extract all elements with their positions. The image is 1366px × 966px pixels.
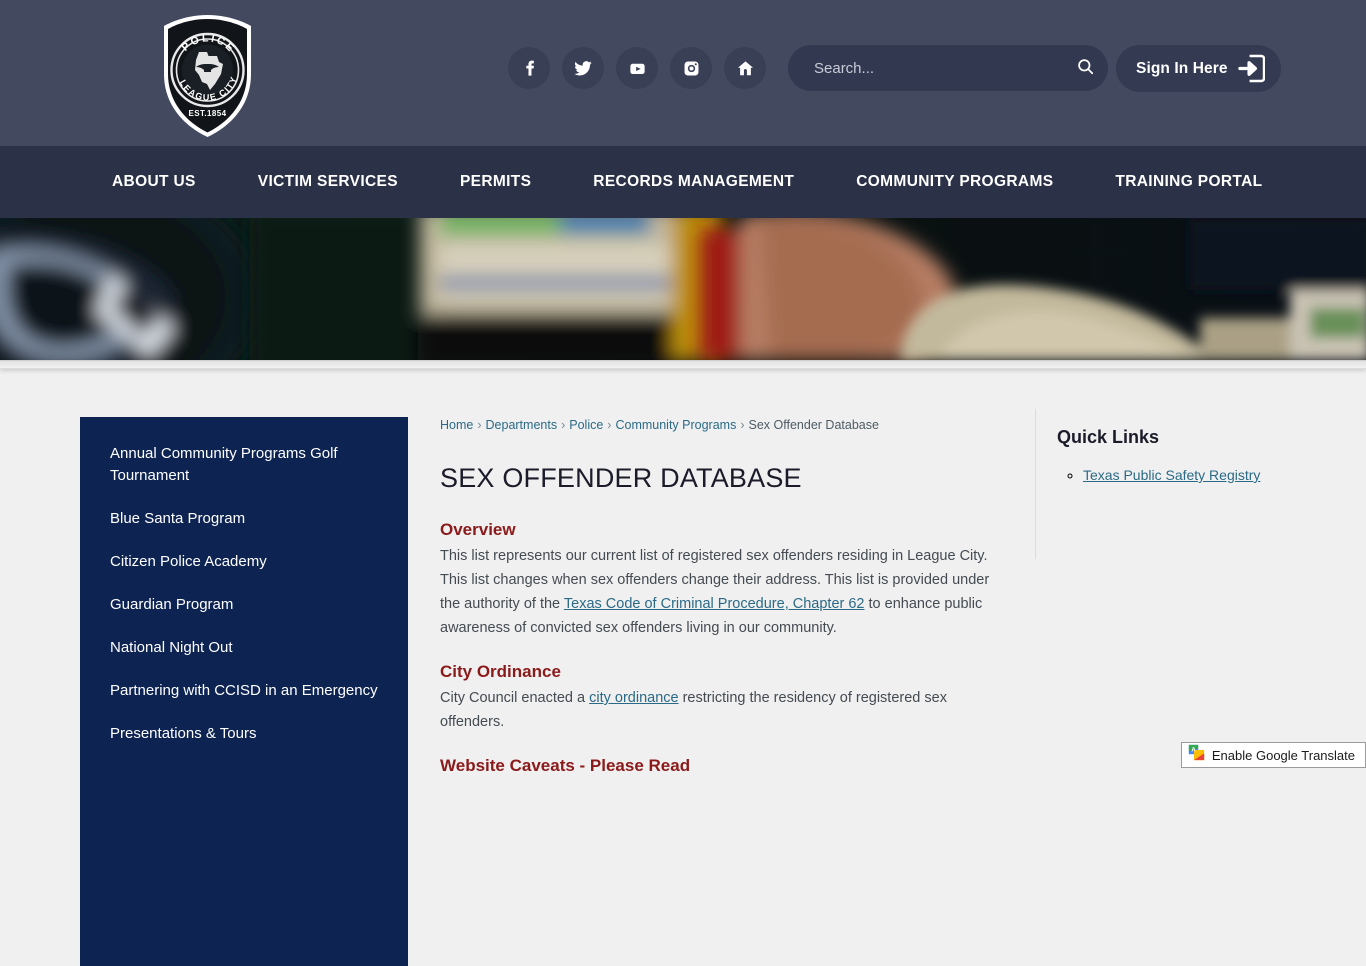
section-heading-city-ordinance: City Ordinance (440, 662, 561, 681)
community-programs-sidebar: Annual Community Programs Golf Tournamen… (80, 417, 408, 966)
section-heading-overview: Overview (440, 520, 516, 539)
ordinance-text-before: City Council enacted a (440, 690, 590, 706)
breadcrumb-link-community-programs[interactable]: Community Programs (615, 418, 736, 432)
google-translate-icon: A (1188, 744, 1205, 766)
link-city-ordinance[interactable]: city ordinance (589, 690, 678, 706)
list-item: Texas Public Safety Registry (1083, 464, 1307, 486)
instagram-icon (682, 59, 701, 78)
sidebar-item-citizen-police-academy[interactable]: Citizen Police Academy (110, 551, 378, 573)
nextdoor-link[interactable] (724, 47, 766, 89)
sign-in-arrow-icon (1237, 54, 1265, 83)
search-submit-button[interactable] (1062, 45, 1108, 91)
hero-banner-image (0, 218, 1366, 360)
section-body-overview: This list represents our current list of… (440, 544, 1000, 640)
search-icon (1076, 57, 1095, 79)
badge-est-text: EST.1854 (189, 109, 227, 118)
page-title: SEX OFFENDER DATABASE (440, 463, 802, 493)
breadcrumb-link-departments[interactable]: Departments (486, 418, 558, 432)
section-body-city-ordinance: City Council enacted a city ordinance re… (440, 686, 1000, 734)
nav-item-training-portal[interactable]: TRAINING PORTAL (1115, 173, 1262, 191)
nav-item-records-management[interactable]: RECORDS MANAGEMENT (593, 173, 794, 191)
league-city-police-badge-logo[interactable]: POLICE LEAGUE CITY EST.1854 (155, 12, 260, 140)
breadcrumb-link-police[interactable]: Police (569, 418, 603, 432)
sidebar-item-guardian-program[interactable]: Guardian Program (110, 594, 378, 616)
youtube-icon (628, 59, 647, 78)
enable-google-translate-button[interactable]: A Enable Google Translate (1180, 742, 1366, 768)
sidebar-item-partnering-with-ccisd[interactable]: Partnering with CCISD in an Emergency (110, 680, 378, 702)
main-column: Home › Departments › Police › Community Progra… (440, 417, 1000, 780)
breadcrumb-link-home[interactable]: Home (440, 418, 473, 432)
twitter-icon (573, 58, 593, 78)
breadcrumb-separator: › (740, 418, 745, 432)
nav-item-victim-services[interactable]: VICTIM SERVICES (258, 173, 398, 191)
nav-item-about-us[interactable]: ABOUT US (112, 173, 196, 191)
nextdoor-icon (736, 59, 755, 78)
google-translate-label: Enable Google Translate (1211, 747, 1355, 763)
sign-in-button[interactable]: Sign In Here (1116, 45, 1281, 92)
content-right-divider (1035, 409, 1036, 559)
social-media-links (508, 47, 766, 89)
page-content: Annual Community Programs Golf Tournamen… (0, 369, 1366, 966)
nav-item-community-programs[interactable]: COMMUNITY PROGRAMS (856, 173, 1053, 191)
quick-link-texas-public-safety-registry[interactable]: Texas Public Safety Registry (1083, 467, 1260, 483)
hero-bottom-divider (0, 360, 1366, 369)
youtube-link[interactable] (616, 47, 658, 89)
site-header: POLICE LEAGUE CITY EST.1854 Search... Si… (0, 0, 1366, 146)
twitter-link[interactable] (562, 47, 604, 89)
sidebar-item-presentations-and-tours[interactable]: Presentations & Tours (110, 723, 378, 745)
hero-background (0, 218, 1366, 360)
instagram-link[interactable] (670, 47, 712, 89)
sidebar-item-blue-santa-program[interactable]: Blue Santa Program (110, 508, 378, 530)
main-navigation: ABOUT US VICTIM SERVICES PERMITS RECORDS… (0, 146, 1366, 218)
facebook-link[interactable] (508, 47, 550, 89)
quick-links-list: Texas Public Safety Registry (1057, 464, 1307, 486)
breadcrumb-separator: › (561, 418, 566, 432)
section-heading-website-caveats: Website Caveats - Please Read (440, 756, 691, 775)
facebook-icon (520, 59, 539, 78)
sign-in-label: Sign In Here (1136, 59, 1228, 77)
search-bar[interactable] (788, 45, 1108, 91)
breadcrumb-current-page: Sex Offender Database (748, 418, 879, 432)
search-input[interactable] (788, 59, 1062, 77)
breadcrumb: Home › Departments › Police › Community Progra… (440, 417, 1000, 433)
sidebar-item-national-night-out[interactable]: National Night Out (110, 637, 378, 659)
quick-links-panel: Quick Links Texas Public Safety Registry (1057, 427, 1307, 492)
sidebar-item-golf-tournament[interactable]: Annual Community Programs Golf Tournamen… (110, 443, 378, 487)
link-texas-code-of-criminal-procedure[interactable]: Texas Code of Criminal Procedure, Chapte… (564, 596, 865, 612)
nav-item-permits[interactable]: PERMITS (460, 173, 531, 191)
svg-text:A: A (1191, 748, 1196, 754)
breadcrumb-separator: › (607, 418, 612, 432)
breadcrumb-separator: › (477, 418, 482, 432)
quick-links-title: Quick Links (1057, 427, 1160, 447)
